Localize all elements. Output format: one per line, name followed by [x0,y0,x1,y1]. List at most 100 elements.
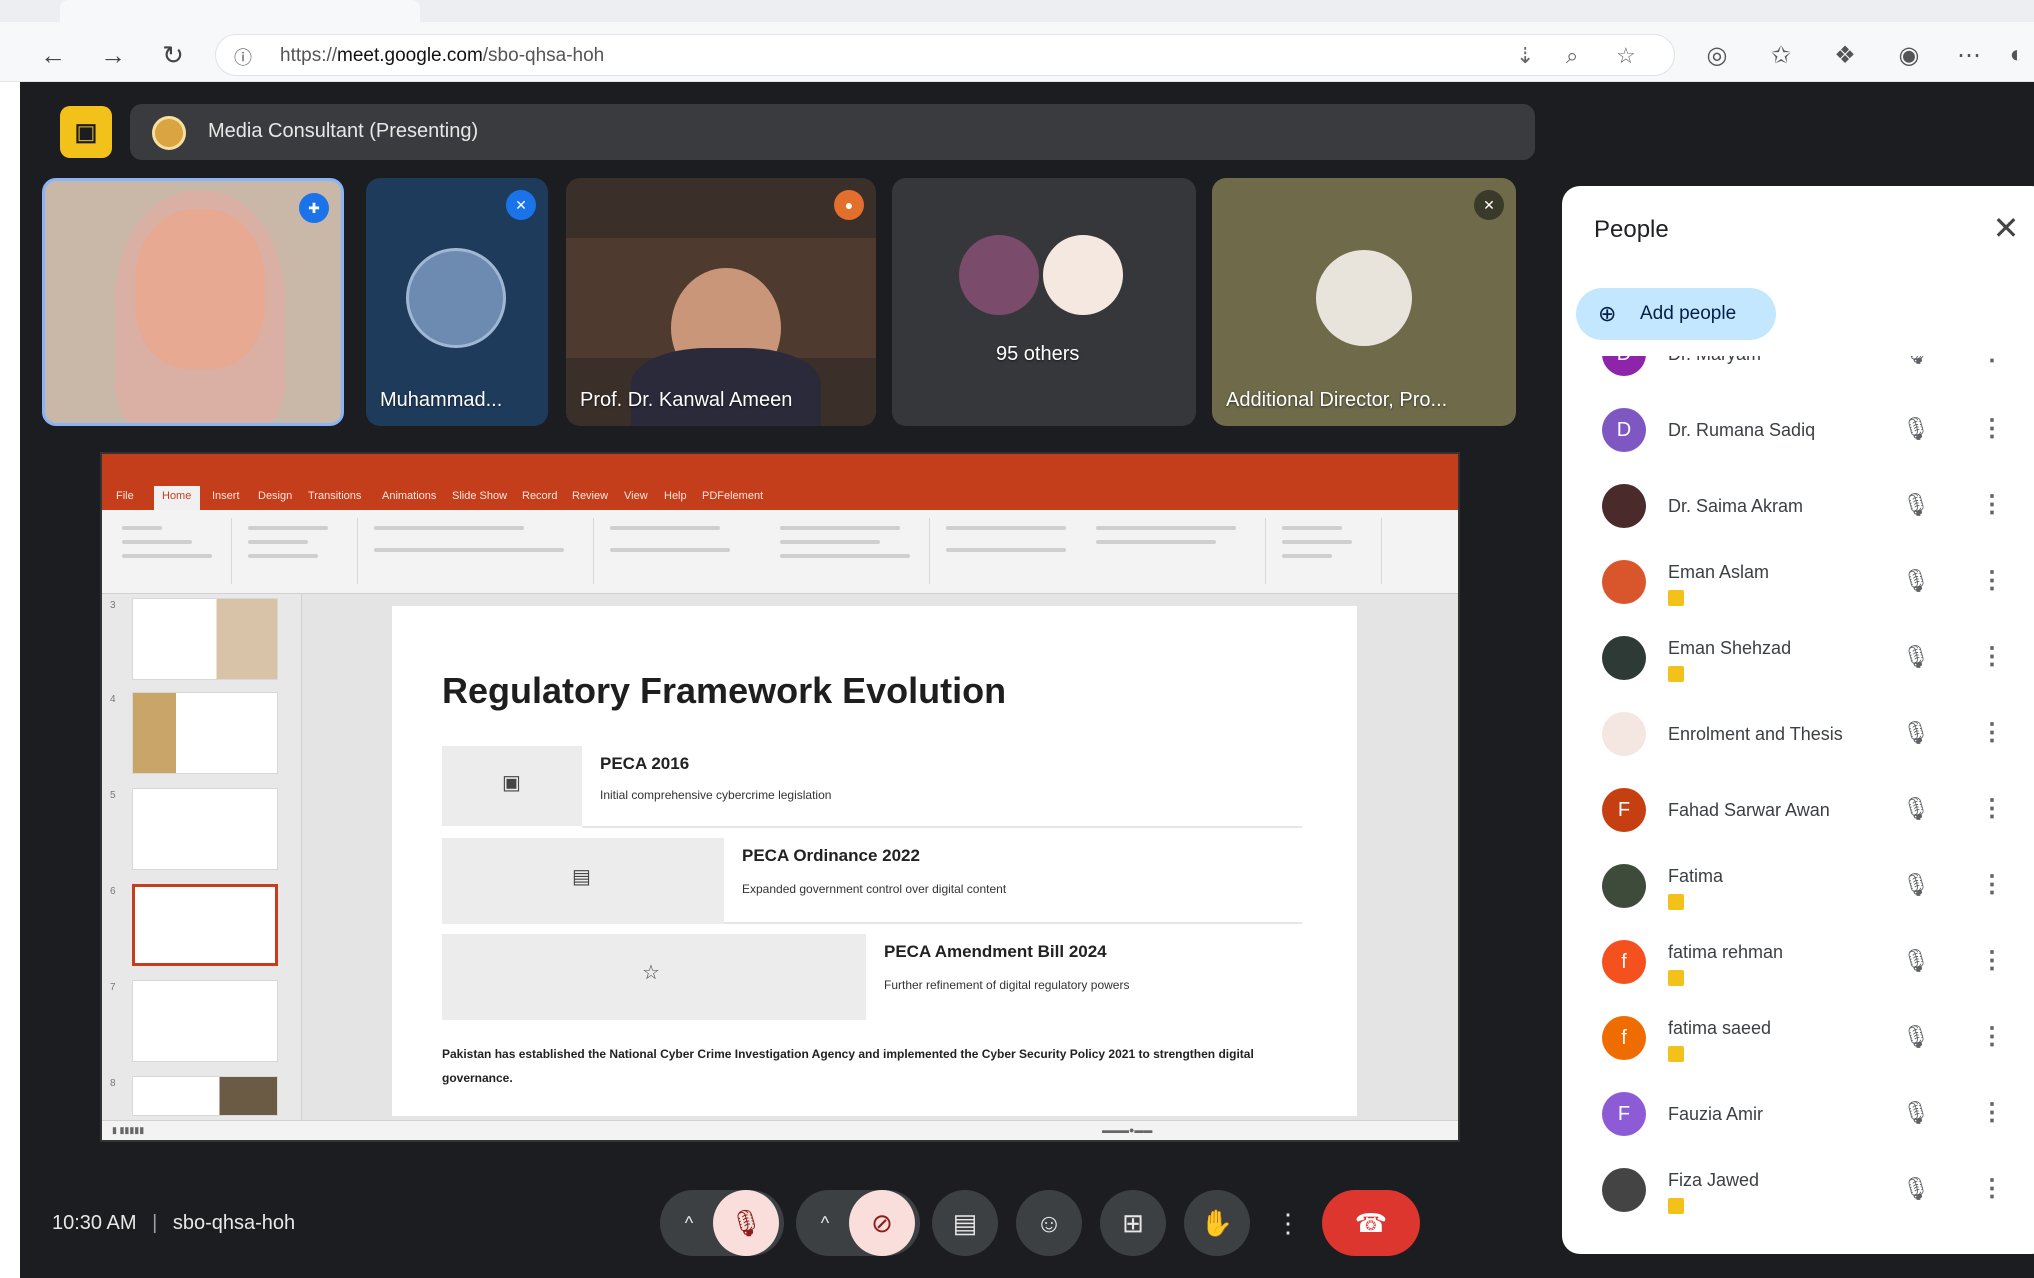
ppt-tab: Home [162,490,192,502]
more-options-icon[interactable]: ⋮ [1980,490,2004,519]
participant-row[interactable]: F Fauzia Amir 🎙 ⋮ [1562,1080,2034,1156]
emoji-button[interactable]: ☺ [1016,1190,1082,1256]
participant-row[interactable]: D Dr. Maryam 🎙 ⋮ [1562,356,2034,396]
raise-hand-button[interactable]: ✋ [1184,1190,1250,1256]
participant-row[interactable]: Enrolment and Thesis 🎙 ⋮ [1562,700,2034,776]
site-info-icon[interactable]: ⓘ [234,44,256,68]
ribbon-group [238,518,358,584]
more-options-icon[interactable]: ⋮ [1980,946,2004,975]
participant-name: Additional Director, Pro... [1226,389,1448,411]
document-icon: ▤ [572,866,591,888]
thumb-number: 5 [110,790,116,801]
slide-thumbnail-selected [132,884,278,966]
slide-thumbnail [132,1076,278,1116]
captions-button[interactable]: ▤ [932,1190,998,1256]
mic-off-icon: 🎙 [1902,492,1930,517]
tab-strip [0,0,2034,22]
step-divider [724,922,1302,924]
mic-off-button[interactable]: 🎙 [713,1190,779,1256]
participant-tile[interactable]: ● Prof. Dr. Kanwal Ameen [566,178,876,426]
present-button[interactable]: ⊞ [1100,1190,1166,1256]
more-options-icon[interactable]: ⋮ [1980,870,2004,899]
participant-row[interactable]: F Fahad Sarwar Awan 🎙 ⋮ [1562,776,2034,852]
back-icon[interactable]: ← [36,38,70,72]
participant-tile[interactable]: ✕ Additional Director, Pro... [1212,178,1516,426]
more-options-icon[interactable]: ⋮ [1980,414,2004,443]
avatar [1040,232,1126,318]
download-icon[interactable]: ⇣ [1516,43,1534,69]
others-tile[interactable]: 95 others [892,178,1196,426]
add-people-button[interactable]: ⊕ Add people [1576,288,1776,340]
collections-icon[interactable]: ❖ [1828,38,1862,72]
step-description: Initial comprehensive cybercrime legisla… [600,788,832,802]
presentation-icon[interactable]: ▣ [60,106,112,158]
avatar [1602,560,1646,604]
more-options-icon[interactable]: ⋮ [1980,1022,2004,1051]
more-options-icon[interactable]: ⋮ [1980,642,2004,671]
camera-off-button[interactable]: ⊘ [849,1190,915,1256]
participant-tile[interactable]: ✚ [42,178,344,426]
more-options-icon[interactable]: ⋮ [1980,356,2004,367]
meeting-info: 10:30 AM | sbo-qhsa-hoh [52,1212,295,1235]
extension-icon[interactable]: ◎ [1700,38,1734,72]
participant-row[interactable]: Dr. Saima Akram 🎙 ⋮ [1562,472,2034,548]
ppt-tab: File [116,490,134,502]
participant-list: DDr. Maryam🎙⋮DDr. Rumana Sadiq🎙⋮Dr. Saim… [1562,356,2034,1254]
more-options-icon[interactable]: ⋮ [1980,1098,2004,1127]
leave-call-button[interactable]: ☎ [1322,1190,1420,1256]
meeting-time: 10:30 AM [52,1212,137,1234]
mic-off-icon: ✕ [506,190,536,220]
participant-row[interactable]: Fatima 🎙 ⋮ [1562,852,2034,928]
participant-row[interactable]: Fiza Jawed 🎙 ⋮ [1562,1156,2034,1232]
participant-name: Eman Aslam [1668,562,1770,582]
participant-name: Fiza Jawed [1668,1170,1760,1190]
more-options-icon[interactable]: ⋮ [1980,718,2004,747]
more-options-icon[interactable]: ⋮ [1980,566,2004,595]
participant-name: Dr. Rumana Sadiq [1668,420,1816,440]
address-bar[interactable]: ⓘ https://meet.google.com/sbo-qhsa-hoh ⇣… [215,34,1675,76]
participant-row[interactable]: f fatima saeed 🎙 ⋮ [1562,1004,2034,1080]
participant-name: Muhammad... [380,389,503,411]
participant-row[interactable]: Eman Shehzad 🎙 ⋮ [1562,624,2034,700]
avatar [1602,712,1646,756]
mic-off-icon: 🎙 [1902,356,1930,366]
status-slide-count: ▮ ▮▮▮▮▮ [112,1125,145,1135]
active-tab[interactable] [60,0,420,22]
more-menu-icon[interactable]: ⋯ [1952,38,1986,72]
slide-footer-text: Pakistan has established the National Cy… [442,1047,1254,1085]
bookmark-star-icon[interactable]: ☆ [1616,43,1636,69]
camera-options-chevron-icon[interactable]: ^ [801,1190,849,1256]
mic-off-icon: 🎙 [1902,872,1930,897]
ribbon-group [1272,518,1382,584]
profile-icon[interactable]: ◉ [1892,38,1926,72]
host-tag-icon [1668,666,1684,682]
participant-row[interactable]: Eman Aslam 🎙 ⋮ [1562,548,2034,624]
participant-row[interactable]: f fatima rehman 🎙 ⋮ [1562,928,2034,1004]
ppt-tab: Transitions [308,490,362,502]
star-icon: ☆ [642,962,660,984]
speaking-indicator-icon: ✚ [299,193,329,223]
participant-name: fatima rehman [1668,942,1784,962]
mic-off-icon: 🎙 [1902,1100,1930,1125]
url-text[interactable]: https://meet.google.com/sbo-qhsa-hoh [280,45,604,67]
presenting-bar[interactable]: Media Consultant (Presenting) [130,104,1535,160]
participant-row[interactable]: D Dr. Rumana Sadiq 🎙 ⋮ [1562,396,2034,472]
shared-screen[interactable]: File Home Insert Design Transitions Anim… [100,452,1460,1142]
reload-icon[interactable]: ↻ [156,38,190,72]
close-icon[interactable]: ✕ [1988,210,2024,246]
participant-tile[interactable]: ✕ Muhammad... [366,178,548,426]
copilot-icon[interactable]: ◐ [2000,38,2034,72]
participant-video [115,191,285,423]
mic-control-group: ^ 🎙 [660,1190,784,1256]
avatar [406,248,506,348]
add-person-icon: ⊕ [1598,301,1617,326]
search-icon[interactable]: ⌕ [1566,43,1578,69]
more-options-icon[interactable]: ⋮ [1980,794,2004,823]
more-options-icon[interactable]: ⋮ [1268,1190,1308,1256]
favorites-icon[interactable]: ✩ [1764,38,1798,72]
mic-options-chevron-icon[interactable]: ^ [665,1190,713,1256]
avatar [1602,636,1646,680]
more-options-icon[interactable]: ⋮ [1980,1174,2004,1203]
forward-icon[interactable]: → [96,38,130,72]
step-title: PECA Ordinance 2022 [742,846,920,865]
